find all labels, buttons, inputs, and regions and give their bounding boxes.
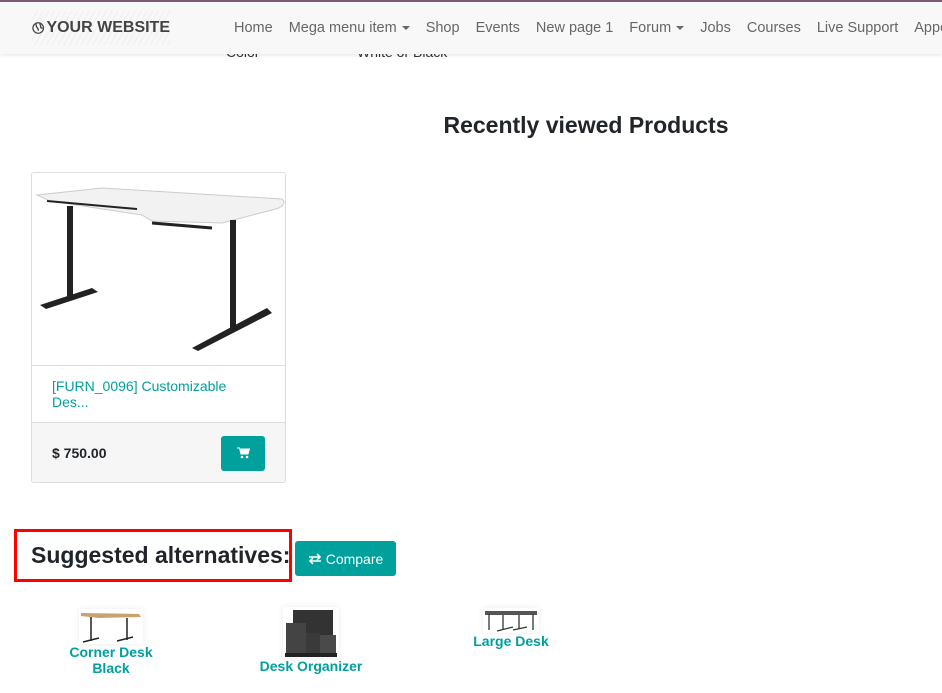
nav-new-page[interactable]: New page 1 — [528, 20, 621, 36]
alternative-name[interactable]: Corner Desk Black — [50, 644, 172, 676]
product-card: [FURN_0096] Customizable Des... $ 750.00 — [31, 172, 286, 483]
logo[interactable]: YOUR WEBSITE — [32, 11, 170, 45]
nav-shop[interactable]: Shop — [418, 20, 468, 36]
exchange-icon — [308, 552, 321, 565]
compare-label: Compare — [325, 550, 384, 567]
nav-home[interactable]: Home — [226, 20, 281, 36]
suggested-alternatives-title: Suggested alternatives: — [14, 529, 292, 582]
caret-down-icon — [401, 26, 410, 30]
navbar: YOUR WEBSITE Home Mega menu item Shop Ev… — [0, 2, 942, 54]
nav-events[interactable]: Events — [468, 20, 528, 36]
compare-button[interactable]: Compare — [295, 541, 396, 576]
alternative-name[interactable]: Desk Organizer — [255, 658, 367, 674]
product-footer: $ 750.00 — [32, 423, 285, 482]
nav-forum[interactable]: Forum — [621, 20, 692, 36]
add-to-cart-button[interactable] — [221, 435, 265, 471]
nav-mega-menu[interactable]: Mega menu item — [281, 20, 418, 36]
product-price: $ 750.00 — [52, 445, 107, 461]
caret-down-icon — [676, 26, 685, 30]
globe-icon — [32, 22, 45, 34]
main-menu: Home Mega menu item Shop Events New page… — [226, 20, 942, 36]
product-image[interactable] — [32, 173, 285, 366]
recently-viewed-title: Recently viewed Products — [443, 112, 729, 138]
alternative-item[interactable]: Corner Desk Black — [50, 609, 172, 676]
shopping-cart-icon — [236, 447, 250, 459]
product-thumbnail[interactable] — [283, 607, 339, 658]
alternative-item[interactable]: Desk Organizer — [255, 607, 367, 674]
brand-name: YOUR WEBSITE — [46, 19, 170, 36]
alternative-item[interactable]: Large Desk — [460, 608, 562, 649]
nav-jobs[interactable]: Jobs — [692, 20, 739, 36]
product-thumbnail[interactable] — [79, 609, 143, 644]
nav-appointments[interactable]: Appoin — [906, 20, 942, 36]
nav-live-support[interactable]: Live Support — [809, 20, 906, 36]
alternative-name[interactable]: Large Desk — [460, 633, 562, 649]
product-thumbnail[interactable] — [483, 608, 539, 633]
product-name-link[interactable]: [FURN_0096] Customizable Des... — [32, 366, 285, 423]
nav-courses[interactable]: Courses — [739, 20, 809, 36]
